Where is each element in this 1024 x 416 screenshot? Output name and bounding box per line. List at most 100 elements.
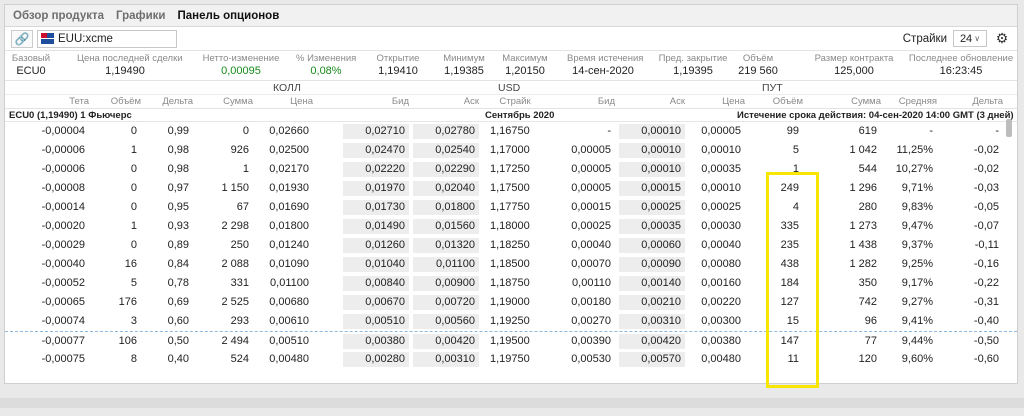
summary-value: 1,19490: [105, 65, 145, 77]
table-row[interactable]: -0,00040 16 0,84 2 088 0,01090 0,01040 0,01100…: [5, 255, 1017, 274]
cell-call-price: 0,01240: [269, 239, 309, 251]
table-row[interactable]: -0,00074 3 0,60 293 0,00610 0,00510 0,00560 1,1…: [5, 312, 1017, 331]
column-header-put-total[interactable]: Сумма: [805, 96, 881, 107]
cell-put-total: 1 273: [849, 220, 877, 232]
cell-call-theta: -0,00074: [41, 315, 85, 327]
call-section-label: КОЛЛ: [273, 82, 301, 94]
cell-call-ask: 0,01100: [413, 257, 479, 272]
horizontal-scrollbar[interactable]: [0, 398, 1024, 408]
options-panel-window: Обзор продукта Графики Панель опционов 🔗…: [4, 4, 1018, 384]
table-row[interactable]: -0,00008 0 0,97 1 150 0,01930 0,01970 0,02040 1…: [5, 179, 1017, 198]
cell-put-total: 1 042: [849, 144, 877, 156]
cell-call-ask: 0,00720: [413, 295, 479, 310]
column-header-put-price[interactable]: Цена: [687, 96, 745, 107]
column-header-call-theta[interactable]: Тета: [13, 96, 89, 107]
cell-put-price: 0,00040: [701, 239, 741, 251]
cell-put-volume: 249: [780, 182, 799, 194]
cell-call-delta: 0,93: [167, 220, 189, 232]
cell-put-volume: 15: [786, 315, 799, 327]
tab-product-overview[interactable]: Обзор продукта: [13, 10, 104, 22]
column-header-call-volume[interactable]: Объём: [89, 96, 141, 107]
cell-call-ask: 0,02540: [413, 143, 479, 158]
summary-prev-close: Пред. закрытие 1,19395: [657, 53, 729, 78]
strikes-select[interactable]: 24 ∨: [953, 30, 987, 47]
cell-put-price: 0,00220: [701, 296, 741, 308]
table-row[interactable]: -0,00029 0 0,89 250 0,01240 0,01260 0,01320 1,1…: [5, 236, 1017, 255]
summary-label: Время истечения: [567, 53, 644, 64]
column-header-call-bid[interactable]: Бид: [343, 96, 409, 107]
strikes-value: 24: [959, 32, 973, 45]
summary-last-price: Цена последней сделки 1,19490: [77, 53, 183, 78]
table-row[interactable]: -0,00014 0 0,95 67 0,01690 0,01730 0,01800 1,17…: [5, 198, 1017, 217]
column-header-call-price[interactable]: Цена: [253, 96, 313, 107]
column-header-put-delta[interactable]: Дельта: [939, 96, 1003, 107]
cell-put-ask: 0,00010: [619, 143, 685, 158]
cell-call-total: 2 494: [221, 335, 249, 347]
summary-label: Объём: [742, 53, 774, 64]
table-row[interactable]: -0,00006 1 0,98 926 0,02500 0,02470 0,02540 1,1…: [5, 141, 1017, 160]
cell-call-total: 524: [230, 353, 249, 365]
table-row[interactable]: -0,00020 1 0,93 2 298 0,01800 0,01490 0,01560 1…: [5, 217, 1017, 236]
cell-put-ask: 0,00010: [619, 162, 685, 177]
table-row[interactable]: -0,00075 8 0,40 524 0,00480 0,00280 0,00310 1,1…: [5, 350, 1017, 369]
column-header-call-delta[interactable]: Дельта: [141, 96, 193, 107]
column-header-call-ask[interactable]: Аск: [413, 96, 479, 107]
cell-call-volume: 16: [124, 258, 137, 270]
column-header-put-bid[interactable]: Бид: [549, 96, 615, 107]
cell-call-price: 0,02500: [269, 144, 309, 156]
cell-put-ask: 0,00140: [619, 276, 685, 291]
summary-bar: Базовый ECU0 Цена последней сделки 1,19490 Н…: [5, 51, 1017, 81]
cell-call-bid: 0,01970: [343, 181, 409, 196]
cell-call-delta: 0,40: [167, 353, 189, 365]
cell-put-total: 1 296: [849, 182, 877, 194]
cell-call-total: 250: [230, 239, 249, 251]
summary-label: Последнее обновление: [908, 53, 1014, 64]
table-row[interactable]: -0,00004 0 0,99 0 0,02660 0,02710 0,02780 1,167…: [5, 122, 1017, 141]
tab-options-panel[interactable]: Панель опционов: [178, 10, 280, 22]
cell-call-theta: -0,00008: [41, 182, 85, 194]
cell-put-ask: 0,00010: [619, 124, 685, 139]
cell-call-delta: 0,97: [167, 182, 189, 194]
cell-call-bid: 0,01730: [343, 200, 409, 215]
cell-put-bid: 0,00530: [571, 353, 611, 365]
strikes-control: Страйки 24 ∨ ⚙: [903, 30, 1011, 47]
column-header-put-volume[interactable]: Объём: [755, 96, 803, 107]
summary-volume: Объём 219 560: [737, 53, 779, 78]
cell-strike: 1,19000: [490, 296, 530, 308]
column-header-strike[interactable]: Страйк: [482, 96, 548, 107]
summary-underlying: Базовый ECU0: [8, 53, 54, 78]
cell-strike: 1,19750: [490, 353, 530, 365]
column-header-put-ask[interactable]: Аск: [619, 96, 685, 107]
gear-icon[interactable]: ⚙: [993, 30, 1011, 47]
cell-call-price: 0,01930: [269, 182, 309, 194]
symbol-input[interactable]: EUU:xcme: [37, 29, 177, 48]
cell-call-volume: 1: [130, 220, 137, 232]
vertical-scrollbar[interactable]: [1006, 119, 1012, 137]
column-header-put-average[interactable]: Средняя: [885, 96, 937, 107]
cell-put-average: 9,83%: [901, 201, 933, 213]
tab-charts[interactable]: Графики: [116, 10, 165, 22]
cell-put-price: 0,00160: [701, 277, 741, 289]
expiry-month: Сентябрь 2020: [485, 110, 555, 121]
summary-expiry-time: Время истечения 14-сен-2020: [567, 53, 644, 78]
cell-put-total: 280: [858, 201, 877, 213]
cell-put-ask: 0,00035: [619, 219, 685, 234]
cell-put-average: 9,27%: [901, 296, 933, 308]
table-row[interactable]: -0,00065 176 0,69 2 525 0,00680 0,00670 0,0072…: [5, 293, 1017, 312]
cell-put-delta: -0,50: [973, 335, 999, 347]
cell-call-bid: 0,01490: [343, 219, 409, 234]
cell-put-volume: 1: [792, 163, 799, 175]
table-row[interactable]: -0,00077 106 0,50 2 494 0,00510 0,00380 0,0042…: [5, 331, 1017, 350]
link-icon[interactable]: 🔗: [11, 29, 33, 48]
summary-contract-size: Размер контракта 125,000: [809, 53, 899, 78]
cell-call-volume: 0: [130, 125, 137, 137]
summary-label: % Изменения: [296, 53, 357, 64]
cell-call-theta: -0,00020: [41, 220, 85, 232]
cell-put-bid: 0,00040: [571, 239, 611, 251]
cell-put-ask: 0,00420: [619, 334, 685, 349]
column-header-call-total[interactable]: Сумма: [193, 96, 253, 107]
cell-strike: 1,17500: [490, 182, 530, 194]
cell-put-price: 0,00010: [701, 144, 741, 156]
table-row[interactable]: -0,00052 5 0,78 331 0,01100 0,00840 0,00900 1,1…: [5, 274, 1017, 293]
table-row[interactable]: -0,00006 0 0,98 1 0,02170 0,02220 0,02290 1,172…: [5, 160, 1017, 179]
